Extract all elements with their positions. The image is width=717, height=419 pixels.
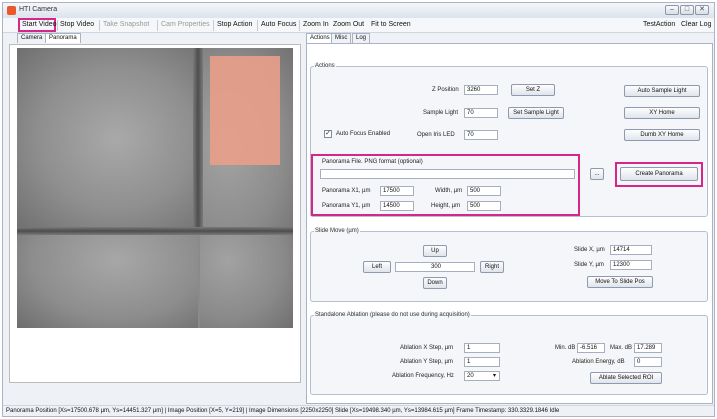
fit-to-screen-button[interactable]: Fit to Screen: [371, 21, 411, 28]
slide-x-label: Slide X, µm: [574, 247, 605, 253]
auto-focus-enabled-label: Auto Focus Enabled: [336, 131, 391, 137]
move-down-button[interactable]: Down: [423, 277, 447, 289]
open-iris-label: Open Iris LED: [417, 132, 455, 138]
ablation-x-step-input[interactable]: 1: [464, 343, 500, 353]
panorama-y1-label: Panorama Y1, µm: [322, 203, 371, 209]
auto-focus-button[interactable]: Auto Focus: [261, 21, 296, 28]
window-title: HTI Camera: [19, 6, 58, 13]
ablate-selected-roi-button[interactable]: Ablate Selected ROI: [590, 372, 662, 384]
sample-light-label: Sample Light: [423, 110, 459, 116]
height-label: Height, µm: [431, 203, 461, 209]
dumb-xy-home-button[interactable]: Dumb XY Home: [624, 129, 700, 141]
open-iris-input[interactable]: 70: [464, 130, 498, 140]
test-action-button[interactable]: TestAction: [643, 21, 675, 28]
height-input[interactable]: 500: [467, 201, 501, 211]
panorama-x1-label: Panorama X1, µm: [322, 188, 371, 194]
panorama-y1-input[interactable]: 14500: [380, 201, 414, 211]
ablation-energy-input[interactable]: 0: [634, 357, 662, 367]
status-bar: Panorama Position [Xs=17500.678 µm, Ys=1…: [3, 405, 714, 416]
auto-focus-checkbox[interactable]: ✓: [324, 130, 332, 138]
slide-y-label: Slide Y, µm: [574, 262, 604, 268]
ablation-x-step-label: Ablation X Step, µm: [400, 345, 454, 351]
ablation-frequency-label: Ablation Frequency, Hz: [392, 373, 454, 379]
tab-actions[interactable]: Actions: [306, 33, 334, 43]
app-icon: [7, 6, 16, 15]
close-button[interactable]: ✕: [695, 5, 709, 15]
z-position-label: Z Position: [432, 87, 459, 93]
zoom-out-button[interactable]: Zoom Out: [333, 21, 364, 28]
take-snapshot-button[interactable]: Take Snapshot: [103, 21, 149, 28]
toolbar-separator: [157, 20, 158, 31]
toolbar: Start Video Stop Video Take Snapshot Cam…: [3, 18, 714, 33]
ablation-energy-label: Ablation Energy, dB: [572, 359, 625, 365]
toolbar-separator: [213, 20, 214, 31]
move-step-input[interactable]: 300: [395, 262, 475, 272]
clear-log-button[interactable]: Clear Log: [681, 21, 711, 28]
browse-file-button[interactable]: ...: [590, 168, 604, 180]
width-input[interactable]: 500: [467, 186, 501, 196]
minimize-button[interactable]: –: [665, 5, 679, 15]
slide-x-input[interactable]: 14714: [610, 245, 652, 255]
xy-home-button[interactable]: XY Home: [624, 107, 700, 119]
slide-y-input[interactable]: 12300: [610, 260, 652, 270]
app-window: HTI Camera – □ ✕ Start Video Stop Video …: [2, 2, 715, 417]
tab-camera[interactable]: Camera: [17, 33, 47, 43]
ablation-frequency-value: 20: [467, 373, 474, 379]
panorama-file-label: Panorama File. PNG format (optional): [322, 159, 423, 165]
title-bar: HTI Camera – □ ✕: [3, 3, 714, 18]
auto-sample-light-button[interactable]: Auto Sample Light: [624, 85, 700, 97]
toolbar-separator: [57, 20, 58, 31]
ablation-y-step-label: Ablation Y Step, µm: [400, 359, 453, 365]
actions-group-title: Actions: [314, 63, 336, 69]
ablation-frequency-select[interactable]: 20 ▾: [464, 371, 500, 381]
slide-move-title: Slide Move (µm): [314, 228, 360, 234]
move-left-button[interactable]: Left: [363, 261, 391, 273]
roi-selection[interactable]: [210, 56, 280, 165]
panorama-x1-input[interactable]: 17500: [380, 186, 414, 196]
tab-log[interactable]: Log: [352, 33, 371, 43]
tab-panorama[interactable]: Panorama: [45, 33, 81, 43]
stop-video-button[interactable]: Stop Video: [60, 21, 94, 28]
max-db-input[interactable]: 17.289: [634, 343, 662, 353]
toolbar-separator: [99, 20, 100, 31]
stop-action-button[interactable]: Stop Action: [217, 21, 252, 28]
max-db-label: Max. dB: [610, 345, 633, 351]
set-sample-light-button[interactable]: Set Sample Light: [508, 107, 564, 119]
tab-misc[interactable]: Misc: [331, 33, 352, 43]
toolbar-separator: [299, 20, 300, 31]
z-position-input[interactable]: 3260: [464, 85, 498, 95]
min-db-label: Min. dB: [555, 345, 576, 351]
set-z-button[interactable]: Set Z: [511, 84, 555, 96]
chevron-down-icon: ▾: [492, 373, 496, 379]
maximize-button[interactable]: □: [680, 5, 694, 15]
move-to-slide-pos-button[interactable]: Move To Slide Pos: [587, 276, 653, 288]
panorama-image[interactable]: [17, 48, 293, 328]
sample-light-input[interactable]: 70: [464, 108, 498, 118]
toolbar-separator: [257, 20, 258, 31]
width-label: Width, µm: [435, 188, 463, 194]
ablation-title: Standalone Ablation (please do not use d…: [314, 312, 471, 318]
panorama-file-input[interactable]: [320, 169, 575, 179]
create-panorama-button[interactable]: Create Panorama: [620, 167, 698, 181]
move-right-button[interactable]: Right: [480, 261, 504, 273]
min-db-input[interactable]: -6.516: [577, 343, 605, 353]
move-up-button[interactable]: Up: [423, 245, 447, 257]
start-video-button[interactable]: Start Video: [22, 21, 57, 28]
zoom-in-button[interactable]: Zoom In: [303, 21, 329, 28]
cam-properties-button[interactable]: Cam Properties: [161, 21, 210, 28]
ablation-y-step-input[interactable]: 1: [464, 357, 500, 367]
